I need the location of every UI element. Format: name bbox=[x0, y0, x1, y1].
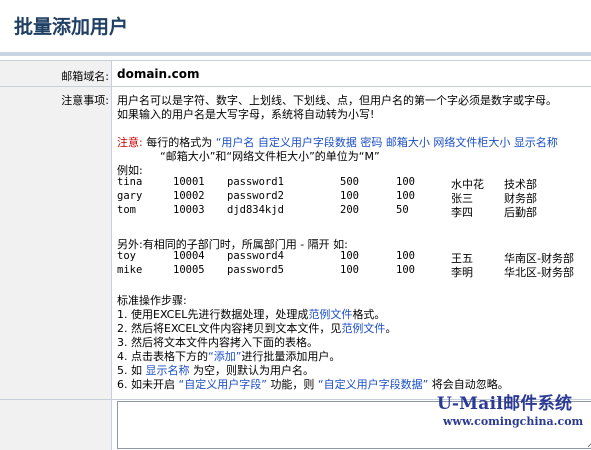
example-row-cell: 后勤部 bbox=[504, 206, 537, 219]
dept-example-row-cell: toy bbox=[117, 250, 136, 262]
example-row-cell: 100 bbox=[396, 176, 415, 188]
dept-example-row-cell: 李明 bbox=[451, 266, 473, 279]
step-link[interactable]: “自定义用户字段数据” bbox=[318, 378, 428, 391]
label-column bbox=[0, 61, 112, 450]
watermark-url: www.comingchina.com bbox=[443, 415, 584, 428]
header-divider bbox=[0, 52, 591, 56]
dept-example-row-cell: mike bbox=[117, 264, 143, 276]
step-text: 功能，则 bbox=[266, 378, 318, 391]
step-text: 6. 如未开启 bbox=[117, 378, 179, 391]
dept-example-row-cell: password4 bbox=[227, 250, 284, 262]
example-row-cell: 10001 bbox=[173, 176, 205, 188]
notes-label: 注意事项: bbox=[61, 94, 109, 107]
example-row-cell: tina bbox=[117, 176, 143, 188]
example-row-cell: 10003 bbox=[173, 204, 205, 216]
example-row-cell: 100 bbox=[340, 190, 359, 202]
step-link[interactable]: “自定义用户字段” bbox=[179, 378, 267, 391]
dept-example-row-cell: 100 bbox=[340, 250, 359, 262]
row-divider bbox=[0, 86, 591, 87]
step-link[interactable]: 范例文件 bbox=[341, 322, 385, 335]
dept-example-row-cell: 10005 bbox=[173, 264, 205, 276]
format-prefix: 注意: bbox=[117, 136, 143, 149]
example-row-cell: djd834kjd bbox=[227, 204, 284, 216]
step-text: 。 bbox=[385, 322, 397, 335]
example-row-cell: 李四 bbox=[451, 206, 473, 219]
example-row-cell: password1 bbox=[227, 176, 284, 188]
watermark-brand: U-Mail邮件系统 bbox=[437, 394, 573, 414]
example-row-cell: 50 bbox=[396, 204, 409, 216]
note-line-2: 如果输入的用户名是大写字母，系统将自动转为小写! bbox=[117, 108, 375, 121]
example-row-cell: gary bbox=[117, 190, 143, 202]
dept-example-row-cell: 10004 bbox=[173, 250, 205, 262]
example-row-cell: tom bbox=[117, 204, 136, 216]
page-title: 批量添加用户 bbox=[14, 16, 129, 38]
dept-example-row-cell: 100 bbox=[396, 250, 415, 262]
dept-example-row-cell: 100 bbox=[396, 264, 415, 276]
dept-example-row-cell: 华北区-财务部 bbox=[504, 266, 574, 279]
example-row-cell: password2 bbox=[227, 190, 284, 202]
unit-note: “邮箱大小”和“网络文件柜大小”的单位为“M” bbox=[160, 150, 380, 163]
domain-value: domain.com bbox=[117, 67, 200, 81]
example-row-cell: 100 bbox=[396, 190, 415, 202]
page-header: 批量添加用户 bbox=[0, 0, 591, 52]
example-row-cell: 10002 bbox=[173, 190, 205, 202]
example-row-cell: 200 bbox=[340, 204, 359, 216]
dept-example-row-cell: password5 bbox=[227, 264, 284, 276]
domain-label: 邮箱域名: bbox=[61, 70, 109, 83]
example-row-cell: 500 bbox=[340, 176, 359, 188]
dept-example-row-cell: 100 bbox=[340, 264, 359, 276]
